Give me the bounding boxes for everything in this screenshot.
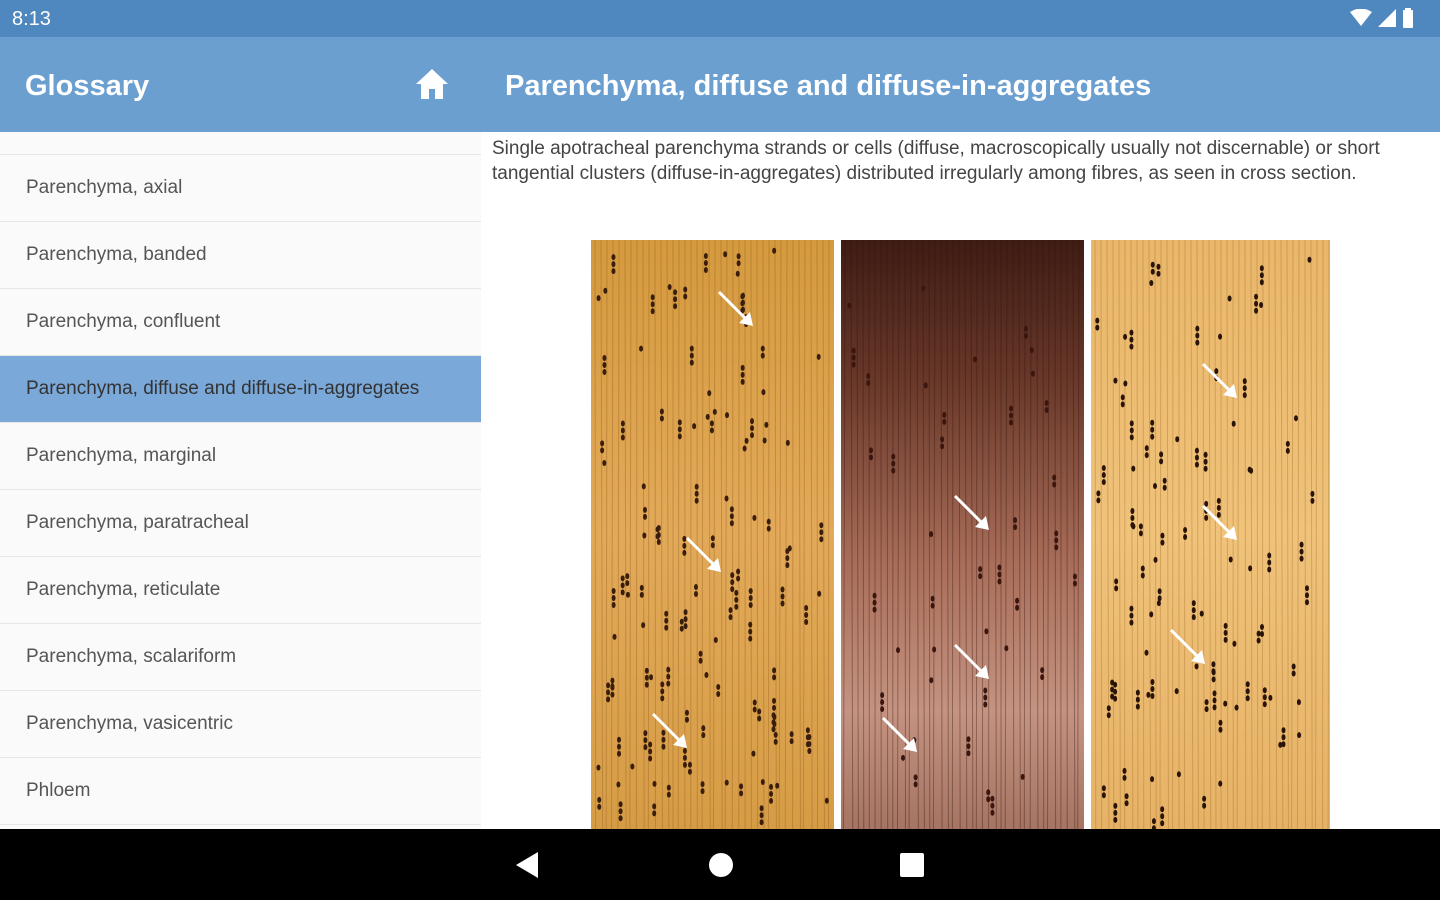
arrow-marker [1201, 362, 1237, 398]
arrow-marker [717, 290, 753, 326]
wifi-icon [1350, 9, 1372, 26]
app-bar: Glossary Parenchyma, diffuse and diffuse… [0, 37, 1440, 132]
battery-icon [1403, 8, 1413, 28]
wood-image-2-texture [843, 240, 1080, 829]
arrow-marker [651, 712, 687, 748]
status-time: 8:13 [12, 8, 51, 30]
wood-image-2 [841, 240, 1084, 829]
term-description: Single apotracheal parenchyma strands or… [492, 138, 1380, 184]
status-icons [1350, 8, 1414, 28]
arrow-marker [1169, 628, 1205, 664]
list-item[interactable]: Parenchyma, reticulate [0, 557, 481, 624]
detail-title: Parenchyma, diffuse and diffuse-in-aggre… [505, 70, 1152, 102]
list-item[interactable]: Parenchyma, diffuse and diffuse-in-aggre… [0, 356, 481, 423]
signal-icon [1378, 9, 1396, 27]
recents-icon[interactable] [899, 851, 925, 879]
arrow-marker [881, 716, 917, 752]
list-item[interactable]: Parenchyma, marginal [0, 423, 481, 490]
list-item[interactable]: Parenchyma, vasicentric [0, 691, 481, 758]
list-item[interactable]: Phloem [0, 758, 481, 825]
glossary-list[interactable]: Parenchyma, axial Parenchyma, banded Paren… [0, 132, 481, 829]
back-icon[interactable] [514, 851, 540, 879]
wood-image-1-texture [594, 240, 830, 829]
status-bar: 8:13 [0, 0, 1440, 37]
arrow-marker [685, 536, 721, 572]
arrow-marker [1201, 504, 1237, 540]
list-top-spacer [0, 132, 481, 155]
list-item[interactable]: Parenchyma, banded [0, 222, 481, 289]
list-item[interactable]: Parenchyma, paratracheal [0, 490, 481, 557]
wood-image-1 [591, 240, 834, 829]
home-nav-icon[interactable] [708, 851, 734, 879]
wood-image-3-texture [1094, 240, 1330, 829]
wood-image-3 [1091, 240, 1330, 829]
detail-pane: Single apotracheal parenchyma strands or… [481, 132, 1440, 829]
app-title: Glossary [25, 70, 150, 102]
list-item[interactable]: Parenchyma, confluent [0, 289, 481, 356]
navigation-bar [0, 829, 1440, 900]
list-item[interactable]: Parenchyma, scalariform [0, 624, 481, 691]
home-icon[interactable] [414, 67, 450, 101]
list-item[interactable]: Parenchyma, axial [0, 155, 481, 222]
